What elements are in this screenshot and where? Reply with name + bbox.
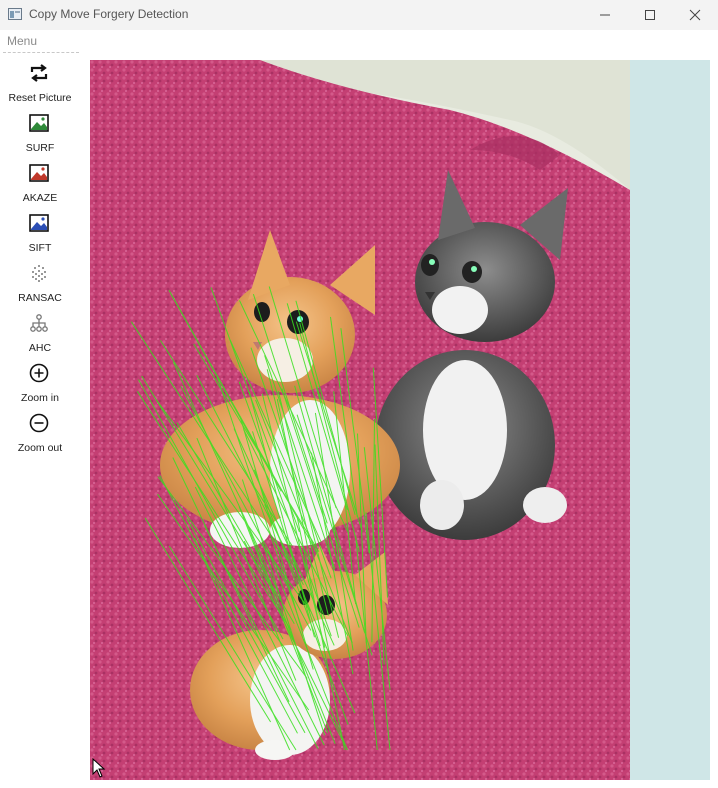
akaze-button[interactable]: AKAZE: [0, 158, 80, 208]
menu-button[interactable]: Menu: [7, 34, 37, 48]
surf-label: SURF: [25, 142, 55, 154]
ransac-button[interactable]: RANSAC: [0, 258, 80, 308]
surf-button[interactable]: SURF: [0, 108, 80, 158]
mouse-cursor-icon: [92, 758, 106, 778]
zoom-out-button[interactable]: Zoom out: [0, 408, 80, 458]
image-icon: [29, 214, 49, 232]
image-icon: [29, 164, 49, 182]
menu-bar: Menu: [0, 30, 718, 52]
result-image: [90, 60, 630, 780]
ahc-label: AHC: [28, 342, 52, 354]
hierarchy-icon: [30, 314, 48, 332]
maximize-icon: [645, 10, 655, 20]
ransac-label: RANSAC: [18, 292, 62, 304]
close-button[interactable]: [672, 0, 718, 30]
minimize-button[interactable]: [582, 0, 628, 30]
zoom-in-icon: [29, 363, 49, 383]
zoom-out-icon: [29, 413, 49, 433]
app-icon: [8, 8, 22, 20]
zoom-out-label: Zoom out: [17, 442, 63, 454]
image-icon: [29, 114, 49, 132]
sift-button[interactable]: SIFT: [0, 208, 80, 258]
title-bar: Copy Move Forgery Detection: [0, 0, 718, 30]
reset-icon: [30, 64, 48, 82]
reset-picture-label: Reset Picture: [8, 92, 72, 104]
close-icon: [689, 9, 701, 21]
zoom-in-label: Zoom in: [21, 392, 59, 404]
akaze-label: AKAZE: [22, 192, 58, 204]
menu-divider: [3, 52, 79, 53]
reset-picture-button[interactable]: Reset Picture: [0, 58, 80, 108]
sift-label: SIFT: [28, 242, 52, 254]
kittens-photo: [90, 60, 630, 780]
zoom-in-button[interactable]: Zoom in: [0, 358, 80, 408]
maximize-button[interactable]: [627, 0, 673, 30]
ahc-button[interactable]: AHC: [0, 308, 80, 358]
window-title: Copy Move Forgery Detection: [29, 7, 189, 21]
scatter-icon: [32, 265, 46, 282]
minimize-icon: [600, 14, 610, 16]
